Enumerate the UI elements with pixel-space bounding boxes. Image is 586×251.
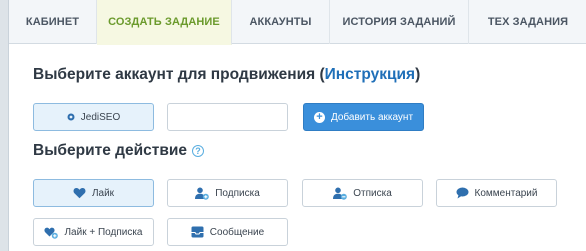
tab-task-history[interactable]: ИСТОРИЯ ЗАДАНИЙ [330, 0, 469, 44]
add-account-label: Добавить аккаунт [330, 111, 414, 123]
add-account-button[interactable]: + Добавить аккаунт [303, 103, 424, 131]
action-section-title: Выберите действие ? [33, 142, 205, 160]
action-label: Сообщение [209, 226, 265, 238]
plus-icon: + [313, 111, 325, 123]
account-button-jediseo[interactable]: JediSEO [33, 103, 154, 131]
account-title-text: Выберите аккаунт для продвижения ( [33, 66, 325, 83]
action-like-follow-button[interactable]: Лайк + Подписка [33, 218, 154, 246]
account-title-end: ) [415, 66, 421, 83]
help-icon[interactable]: ? [192, 145, 205, 157]
account-label: JediSEO [80, 111, 121, 123]
inbox-icon [191, 226, 204, 238]
tab-create-task[interactable]: СОЗДАТЬ ЗАДАНИЕ [97, 0, 232, 45]
tab-accounts[interactable]: АККАУНТЫ [232, 0, 330, 44]
action-label: Лайк + Подписка [64, 226, 143, 238]
radio-dot-icon [67, 113, 75, 121]
tab-tech-tasks[interactable]: ТЕХ ЗАДАНИЯ [469, 0, 586, 44]
action-message-button[interactable]: Сообщение [167, 218, 288, 246]
account-input[interactable] [167, 103, 288, 131]
user-remove-icon [333, 187, 348, 200]
action-label: Отписка [353, 187, 392, 199]
action-title-text: Выберите действие [33, 142, 188, 159]
action-unfollow-button[interactable]: Отписка [302, 179, 423, 207]
action-label: Комментарий [474, 187, 538, 199]
action-like-button[interactable]: Лайк [33, 179, 154, 207]
main-panel: КАБИНЕТ СОЗДАТЬ ЗАДАНИЕ АККАУНТЫ ИСТОРИЯ… [8, 0, 586, 251]
heart-user-icon [44, 226, 59, 239]
comment-icon [456, 187, 469, 199]
tab-cabinet[interactable]: КАБИНЕТ [9, 0, 97, 44]
tab-bar: КАБИНЕТ СОЗДАТЬ ЗАДАНИЕ АККАУНТЫ ИСТОРИЯ… [9, 0, 586, 45]
action-label: Подписка [215, 187, 260, 199]
action-comment-button[interactable]: Комментарий [436, 179, 557, 207]
action-follow-button[interactable]: Подписка [167, 179, 288, 207]
account-section-title: Выберите аккаунт для продвижения (Инстру… [33, 66, 420, 84]
heart-icon [73, 187, 86, 199]
action-label: Лайк [91, 187, 115, 199]
instruction-link[interactable]: Инструкция [325, 66, 415, 83]
user-add-icon [195, 187, 210, 200]
